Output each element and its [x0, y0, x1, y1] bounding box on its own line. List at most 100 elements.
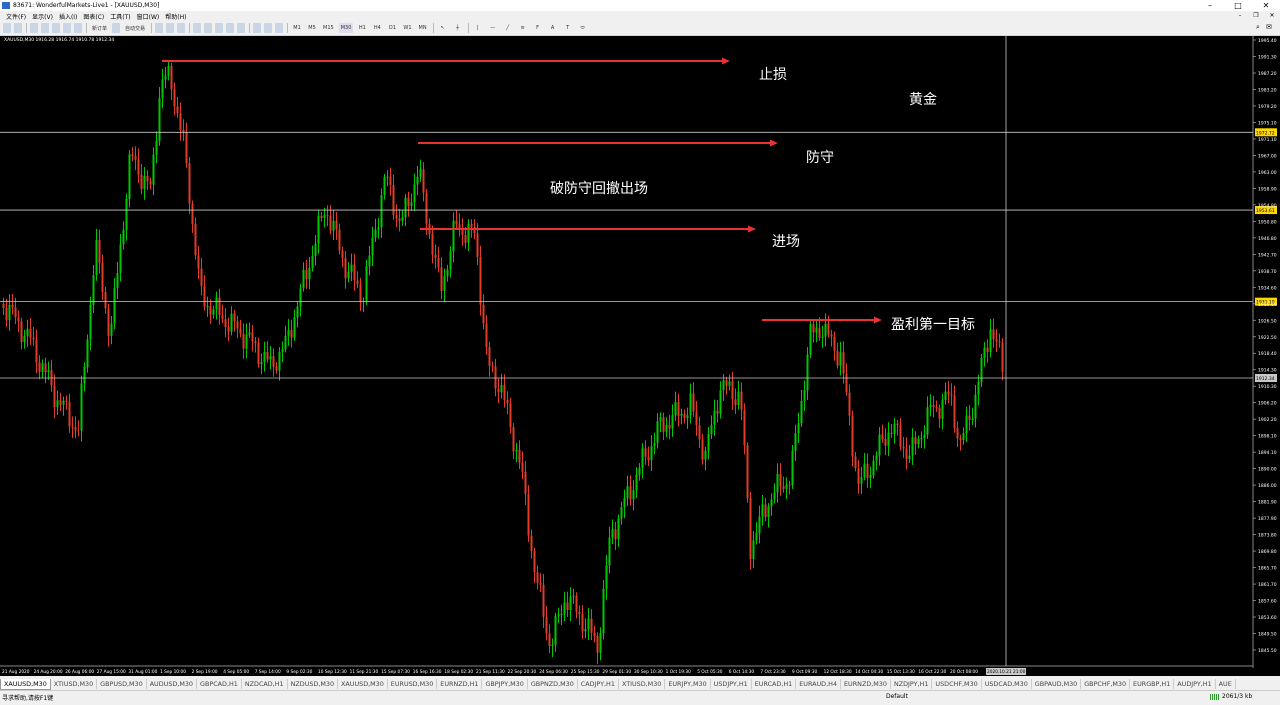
data-window-icon[interactable]	[41, 23, 49, 33]
chart-tab[interactable]: XAUUSD,M30	[338, 679, 388, 689]
chart-tab[interactable]: CADJPY,H1	[578, 679, 619, 689]
shapes-icon[interactable]: ⬭	[577, 23, 589, 33]
mdi-minimize-button[interactable]: –	[1232, 11, 1248, 21]
new-chart-icon[interactable]	[3, 23, 11, 33]
chart-tab[interactable]: USDCHF,M30	[932, 679, 982, 689]
chart-tab[interactable]: GBPCAD,H1	[197, 679, 242, 689]
strategy-tester-icon[interactable]	[74, 23, 82, 33]
tile-windows-icon[interactable]	[215, 23, 224, 33]
menu-charts[interactable]: 图表(C)	[83, 12, 104, 21]
candle-body	[323, 215, 326, 218]
chart-tab[interactable]: XTIUSD,M30	[619, 679, 666, 689]
navigator-icon[interactable]	[52, 23, 60, 33]
candle-body	[869, 475, 872, 479]
chart-tab[interactable]: EURJPY,M30	[665, 679, 711, 689]
timeframe-m1[interactable]: M1	[291, 23, 303, 33]
candle-body	[293, 317, 296, 338]
candle-body	[497, 388, 500, 393]
price-axis-label: 1881.90	[1258, 500, 1277, 506]
price-chart[interactable]: 1972.72 1953.61 1931.10 1912.34 1995.40 1991.…	[0, 36, 1280, 676]
text-icon[interactable]: A	[547, 23, 559, 33]
chart-tab[interactable]: USDJPY,H1	[711, 679, 752, 689]
minimize-button[interactable]: –	[1196, 0, 1224, 11]
timeframe-h1[interactable]: H1	[356, 23, 368, 33]
chart-tab[interactable]: AUDJPY,H1	[1174, 679, 1216, 689]
line-chart-icon[interactable]	[177, 23, 186, 33]
chart-tab[interactable]: GBPJPY,M30	[482, 679, 528, 689]
chart-tab[interactable]: EURNZD,H1	[437, 679, 483, 689]
horizontal-line-icon[interactable]: —	[487, 23, 499, 33]
stop-loss-label: 止损	[759, 67, 787, 83]
timeframe-m5[interactable]: M5	[306, 23, 318, 33]
menu-file[interactable]: 文件(F)	[6, 12, 26, 21]
time-axis-label: 9 Sep 02:30	[286, 669, 312, 675]
candlestick-icon[interactable]	[166, 23, 175, 33]
terminal-panel-icon[interactable]	[63, 23, 71, 33]
menu-window[interactable]: 窗口(W)	[137, 12, 160, 21]
chart-shift-icon[interactable]	[226, 23, 235, 33]
new-order-button[interactable]: 新订单	[90, 23, 109, 33]
trendline-icon[interactable]: ╱	[502, 23, 514, 33]
chat-icon[interactable]: ✉	[1266, 23, 1276, 32]
menu-insert[interactable]: 插入(I)	[59, 12, 77, 21]
timeframe-m15[interactable]: M15	[321, 23, 336, 33]
menu-help[interactable]: 帮助(H)	[165, 12, 186, 21]
candle-body	[62, 400, 65, 405]
chart-tab[interactable]: GBPNZD,M30	[528, 679, 578, 689]
market-watch-icon[interactable]	[30, 23, 38, 33]
chart-tab[interactable]: EURNZD,M30	[841, 679, 891, 689]
candle-body	[218, 297, 221, 316]
chart-tab[interactable]: NZDCAD,H1	[242, 679, 288, 689]
timeframe-mn[interactable]: MN	[417, 23, 429, 33]
vertical-line-icon[interactable]: |	[472, 23, 484, 33]
chart-tab[interactable]: EURGBP,H1	[1130, 679, 1175, 689]
time-axis-label: 5 Oct 05:30	[697, 669, 723, 675]
zoom-in-icon[interactable]	[193, 23, 202, 33]
chart-tab[interactable]: XTIUSD,M30	[51, 679, 98, 689]
channel-icon[interactable]: ≡	[517, 23, 529, 33]
close-button[interactable]: ✕	[1252, 0, 1280, 11]
metaeditor-icon[interactable]	[112, 23, 121, 33]
menu-view[interactable]: 显示(V)	[32, 12, 53, 21]
auto-trading-button[interactable]: 自动交易	[123, 23, 147, 33]
chart-tab[interactable]: EURCAD,H1	[752, 679, 797, 689]
chart-canvas[interactable]: 1972.721953.611931.101912.341995.401991.…	[0, 36, 1280, 676]
chart-tab[interactable]: EURAUD,H4	[796, 679, 842, 689]
maximize-button[interactable]: □	[1224, 0, 1252, 11]
chart-tab[interactable]: NZDJPY,H1	[891, 679, 933, 689]
timeframe-d1[interactable]: D1	[386, 23, 398, 33]
candle-body	[953, 395, 956, 429]
text-label-icon[interactable]: T	[562, 23, 574, 33]
bar-chart-icon[interactable]	[155, 23, 164, 33]
periods-icon[interactable]	[264, 23, 273, 33]
candle-body	[356, 280, 359, 284]
chart-tab[interactable]: GBPUSD,M30	[97, 679, 147, 689]
candle-body	[245, 334, 248, 349]
templates-icon[interactable]	[275, 23, 284, 33]
candle-body	[983, 347, 986, 358]
chart-tab[interactable]: AUE	[1216, 679, 1236, 689]
menu-tools[interactable]: 工具(T)	[110, 12, 130, 21]
cursor-icon[interactable]: ↖	[437, 23, 449, 33]
profiles-icon[interactable]	[14, 23, 22, 33]
timeframe-h4[interactable]: H4	[371, 23, 383, 33]
mdi-close-button[interactable]: ✕	[1264, 11, 1280, 21]
indicators-icon[interactable]	[253, 23, 262, 33]
price-axis-label: 1942.70	[1258, 252, 1277, 258]
timeframe-w1[interactable]: W1	[401, 23, 413, 33]
auto-scroll-icon[interactable]	[237, 23, 246, 33]
chart-tab[interactable]: GBPAUD,M30	[1032, 679, 1082, 689]
chart-tab[interactable]: AUDUSD,M30	[147, 679, 197, 689]
chart-tab[interactable]: USDCAD,M30	[982, 679, 1032, 689]
mdi-restore-button[interactable]: ❐	[1248, 11, 1264, 21]
chart-tab[interactable]: XAUUSD,M30	[0, 678, 51, 690]
fibonacci-icon[interactable]: F	[532, 23, 544, 33]
chart-tab[interactable]: EURUSD,M30	[388, 679, 438, 689]
chart-tab[interactable]: GBPCHF,M30	[1081, 679, 1131, 689]
time-axis-label: 29 Sep 01:30	[602, 669, 631, 675]
chart-tab[interactable]: NZDUSD,M30	[288, 679, 339, 689]
zoom-out-icon[interactable]	[204, 23, 213, 33]
timeframe-m30[interactable]: M30	[338, 23, 354, 33]
search-icon[interactable]: ⌕	[1256, 23, 1266, 32]
crosshair-icon[interactable]: ┼	[452, 23, 464, 33]
